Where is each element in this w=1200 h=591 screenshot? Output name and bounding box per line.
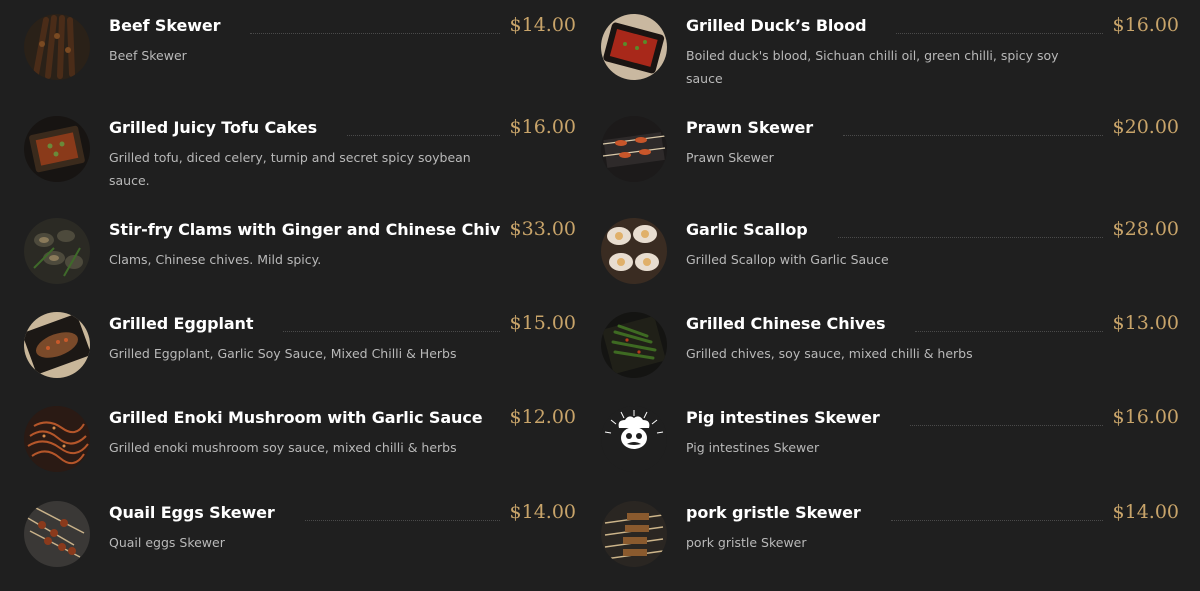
menu-item-garlic-scallop: Garlic Scallop $28.00 Grilled Scallop wi… bbox=[601, 218, 1179, 308]
item-price: $14.00 bbox=[499, 14, 576, 36]
leader-dots bbox=[910, 425, 1103, 426]
item-name: Garlic Scallop bbox=[686, 220, 818, 239]
leader-dots bbox=[896, 33, 1103, 34]
leader-dots bbox=[283, 331, 500, 332]
item-name: Pig intestines Skewer bbox=[686, 408, 890, 427]
menu-item-pig-intestines: Pig intestines Skewer $16.00 Pig intesti… bbox=[601, 406, 1179, 496]
item-description: Grilled enoki mushroom soy sauce, mixed … bbox=[109, 440, 457, 455]
item-name: Grilled Chinese Chives bbox=[686, 314, 896, 333]
item-price: $20.00 bbox=[1102, 116, 1179, 138]
item-price: $12.00 bbox=[499, 406, 576, 428]
item-description: Pig intestines Skewer bbox=[686, 440, 820, 455]
item-name: Grilled Duck’s Blood bbox=[686, 16, 877, 35]
item-name: Quail Eggs Skewer bbox=[109, 503, 285, 522]
menu-item-clams: Stir-fry Clams with Ginger and Chinese C… bbox=[24, 218, 576, 308]
item-description: Boiled duck's blood, Sichuan chilli oil,… bbox=[686, 48, 1059, 86]
item-price: $13.00 bbox=[1102, 312, 1179, 334]
item-description: Quail eggs Skewer bbox=[109, 535, 225, 550]
leader-dots bbox=[347, 135, 500, 136]
clams-image bbox=[24, 218, 90, 284]
item-price: $14.00 bbox=[1102, 501, 1179, 523]
item-description: Grilled tofu, diced celery, turnip and s… bbox=[109, 150, 471, 188]
item-description: Grilled Eggplant, Garlic Soy Sauce, Mixe… bbox=[109, 346, 457, 361]
menu-item-beef-skewer: Beef Skewer $14.00 Beef Skewer bbox=[24, 14, 576, 104]
item-name: pork gristle Skewer bbox=[686, 503, 871, 522]
menu-item-prawn-skewer: Prawn Skewer $20.00 Prawn Skewer bbox=[601, 116, 1179, 206]
item-price: $16.00 bbox=[1102, 406, 1179, 428]
item-description: Grilled Scallop with Garlic Sauce bbox=[686, 252, 889, 267]
item-description: Clams, Chinese chives. Mild spicy. bbox=[109, 252, 322, 267]
chef-david-logo bbox=[601, 406, 667, 472]
menu-item-enoki: Grilled Enoki Mushroom with Garlic Sauce… bbox=[24, 406, 576, 496]
scallop-image bbox=[601, 218, 667, 284]
item-name: Stir-fry Clams with Ginger and Chinese C… bbox=[109, 220, 531, 239]
menu-item-quail-eggs: Quail Eggs Skewer $14.00 Quail eggs Skew… bbox=[24, 501, 576, 591]
pork-gristle-image bbox=[601, 501, 667, 567]
item-price: $14.00 bbox=[499, 501, 576, 523]
item-description: Prawn Skewer bbox=[686, 150, 774, 165]
item-name: Grilled Enoki Mushroom with Garlic Sauce bbox=[109, 408, 493, 427]
item-description: Grilled chives, soy sauce, mixed chilli … bbox=[686, 346, 973, 361]
prawn-skewer-image bbox=[601, 116, 667, 182]
leader-dots bbox=[891, 520, 1103, 521]
menu-item-pork-gristle: pork gristle Skewer $14.00 pork gristle … bbox=[601, 501, 1179, 591]
item-name: Grilled Eggplant bbox=[109, 314, 264, 333]
enoki-image bbox=[24, 406, 90, 472]
leader-dots bbox=[305, 520, 500, 521]
chives-image bbox=[601, 312, 667, 378]
menu-item-tofu-cakes: Grilled Juicy Tofu Cakes $16.00 Grilled … bbox=[24, 116, 576, 206]
leader-dots bbox=[843, 135, 1103, 136]
item-price: $28.00 bbox=[1102, 218, 1179, 240]
leader-dots bbox=[915, 331, 1103, 332]
leader-dots bbox=[838, 237, 1103, 238]
item-price: $33.00 bbox=[499, 218, 576, 240]
item-name: Prawn Skewer bbox=[686, 118, 824, 137]
quail-eggs-image bbox=[24, 501, 90, 567]
item-price: $16.00 bbox=[1102, 14, 1179, 36]
eggplant-image bbox=[24, 312, 90, 378]
menu-item-duck-blood: Grilled Duck’s Blood $16.00 Boiled duck'… bbox=[601, 14, 1179, 104]
beef-skewer-image bbox=[24, 14, 90, 80]
leader-dots bbox=[250, 33, 500, 34]
item-name: Beef Skewer bbox=[109, 16, 231, 35]
item-description: Beef Skewer bbox=[109, 48, 187, 63]
menu-item-eggplant: Grilled Eggplant $15.00 Grilled Eggplant… bbox=[24, 312, 576, 402]
tofu-cakes-image bbox=[24, 116, 90, 182]
item-price: $16.00 bbox=[499, 116, 576, 138]
item-price: $15.00 bbox=[499, 312, 576, 334]
duck-blood-image bbox=[601, 14, 667, 80]
item-name: Grilled Juicy Tofu Cakes bbox=[109, 118, 328, 137]
item-description: pork gristle Skewer bbox=[686, 535, 807, 550]
menu-item-chinese-chives: Grilled Chinese Chives $13.00 Grilled ch… bbox=[601, 312, 1179, 402]
